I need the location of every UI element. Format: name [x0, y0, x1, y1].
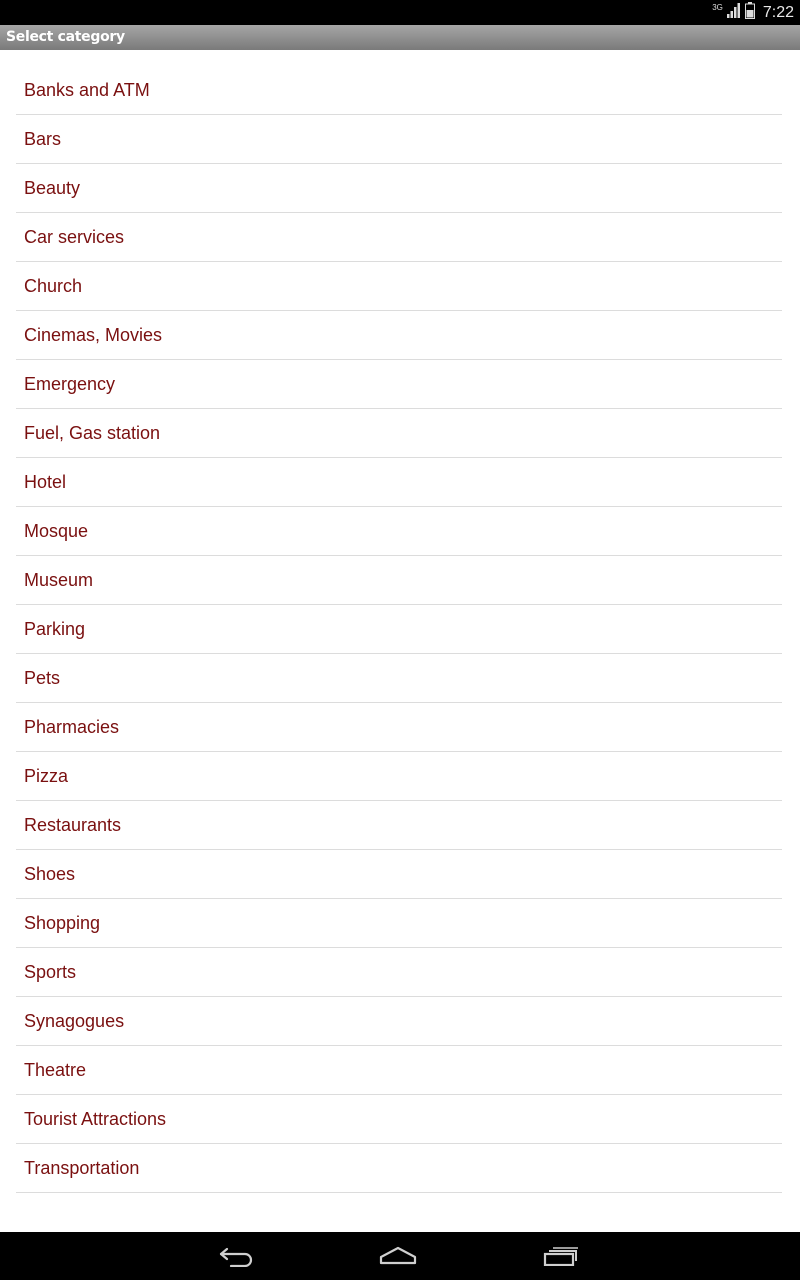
page-title: Select category	[6, 29, 125, 45]
category-item[interactable]: Transportation	[16, 1144, 782, 1193]
category-label: Parking	[24, 618, 86, 639]
recent-apps-icon	[543, 1247, 578, 1266]
category-item[interactable]: Shoes	[16, 850, 782, 899]
category-label: Church	[24, 275, 83, 296]
clock: 7:22	[762, 3, 794, 21]
category-item[interactable]: Car services	[16, 213, 782, 262]
category-item[interactable]: Parking	[16, 605, 782, 654]
back-button[interactable]	[207, 1240, 267, 1272]
category-item[interactable]: Pets	[16, 654, 782, 703]
category-label: Fuel, Gas station	[24, 422, 161, 443]
category-label: Pizza	[24, 765, 69, 786]
back-icon	[219, 1247, 253, 1267]
category-item[interactable]: Fuel, Gas station	[16, 409, 782, 458]
category-item[interactable]: Shopping	[16, 899, 782, 948]
category-label: Synagogues	[24, 1010, 125, 1031]
category-item[interactable]: Tourist Attractions	[16, 1095, 782, 1144]
category-item[interactable]: Church	[16, 262, 782, 311]
recent-apps-button[interactable]	[531, 1240, 591, 1272]
category-item[interactable]: Restaurants	[16, 801, 782, 850]
category-label: Shoes	[24, 863, 76, 884]
signal-icon	[726, 2, 741, 23]
category-list: Banks and ATM Bars Beauty Car services Churc…	[16, 66, 782, 1193]
category-label: Shopping	[24, 912, 101, 933]
navigation-bar	[0, 1232, 800, 1280]
category-label: Mosque	[24, 520, 89, 541]
category-item[interactable]: Pizza	[16, 752, 782, 801]
category-label: Beauty	[24, 177, 81, 198]
category-item[interactable]: Bars	[16, 115, 782, 164]
category-item[interactable]: Theatre	[16, 1046, 782, 1095]
category-item[interactable]: Beauty	[16, 164, 782, 213]
category-item[interactable]: Pharmacies	[16, 703, 782, 752]
category-label: Car services	[24, 226, 125, 247]
category-item[interactable]: Emergency	[16, 360, 782, 409]
home-button[interactable]	[368, 1240, 428, 1272]
category-label: Restaurants	[24, 814, 122, 835]
category-label: Theatre	[24, 1059, 87, 1080]
category-item[interactable]: Sports	[16, 948, 782, 997]
category-item[interactable]: Museum	[16, 556, 782, 605]
status-icons: 3G 7:22	[712, 0, 794, 25]
category-label: Pharmacies	[24, 716, 120, 737]
category-item[interactable]: Banks and ATM	[16, 66, 782, 115]
category-label: Pets	[24, 667, 61, 688]
category-label: Bars	[24, 128, 62, 149]
category-label: Transportation	[24, 1157, 140, 1178]
battery-icon	[744, 1, 755, 24]
category-item[interactable]: Cinemas, Movies	[16, 311, 782, 360]
category-label: Cinemas, Movies	[24, 324, 163, 345]
category-label: Emergency	[24, 373, 116, 394]
category-item[interactable]: Synagogues	[16, 997, 782, 1046]
category-label: Hotel	[24, 471, 67, 492]
home-icon	[379, 1246, 417, 1265]
category-label: Sports	[24, 961, 77, 982]
category-item[interactable]: Mosque	[16, 507, 782, 556]
category-item[interactable]: Hotel	[16, 458, 782, 507]
category-label: Museum	[24, 569, 94, 590]
network-type-label: 3G	[712, 3, 723, 12]
title-bar: Select category	[0, 25, 800, 50]
category-label: Tourist Attractions	[24, 1108, 167, 1129]
category-label: Banks and ATM	[24, 79, 150, 100]
status-bar: 3G 7:22	[0, 0, 800, 25]
